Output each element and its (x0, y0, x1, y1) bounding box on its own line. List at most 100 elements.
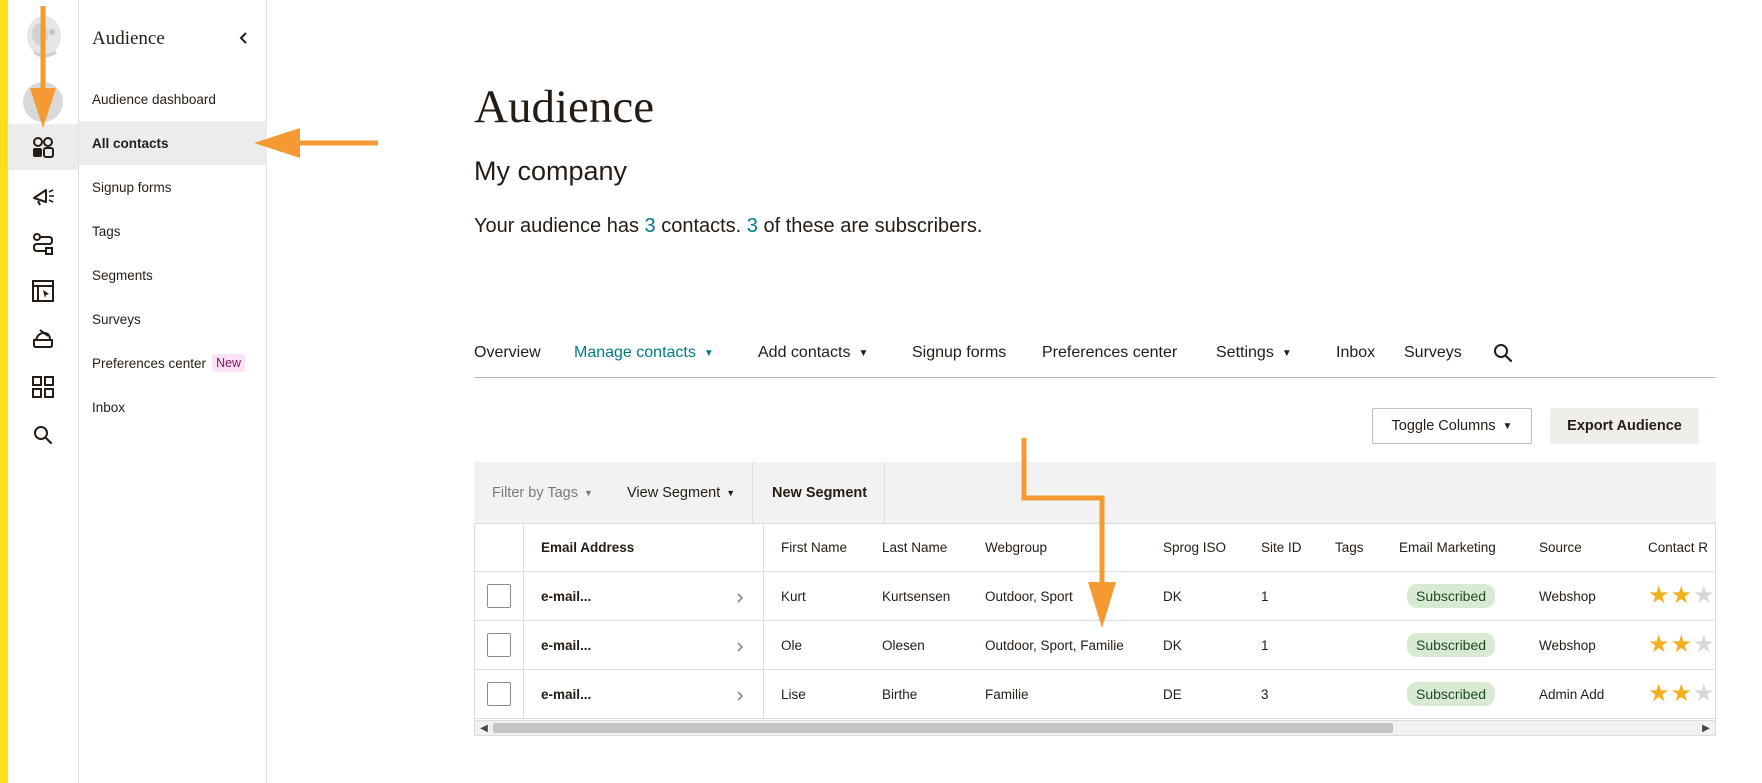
tab-settings[interactable]: Settings ▼ (1216, 344, 1292, 362)
scroll-right-arrow-icon[interactable]: ▶ (1700, 722, 1712, 734)
avatar[interactable] (23, 82, 63, 122)
first-name-cell: Ole (781, 637, 803, 653)
divider (752, 462, 753, 524)
tab-surveys[interactable]: Surveys (1404, 344, 1462, 362)
subnav-item-all-contacts[interactable]: All contacts (79, 121, 267, 165)
collapse-chevron-left-icon[interactable] (234, 28, 254, 48)
source-cell: Webshop (1539, 588, 1596, 604)
mailchimp-logo-icon[interactable] (22, 12, 66, 62)
column-header-email[interactable]: Email Address (541, 524, 634, 571)
star-icon: ★ (1670, 582, 1693, 609)
scroll-left-arrow-icon[interactable]: ◀ (478, 722, 490, 734)
status-badge: Subscribed (1407, 584, 1496, 608)
audience-tabs: Overview Manage contacts ▼ Add contacts ▼ … (474, 330, 1716, 378)
column-header-contact-rating[interactable]: Contact R (1648, 524, 1708, 571)
automations-icon[interactable] (8, 220, 78, 266)
column-header-webgroup[interactable]: Webgroup (985, 524, 1047, 571)
source-cell: Admin Add (1539, 686, 1605, 702)
site-id-cell: 3 (1261, 686, 1269, 702)
last-name-cell: Olesen (882, 637, 925, 653)
tab-add-contacts[interactable]: Add contacts ▼ (758, 344, 868, 362)
subscribers-count: 3 (746, 215, 758, 237)
column-header-sprog-iso[interactable]: Sprog ISO (1163, 524, 1226, 571)
campaigns-icon[interactable] (8, 172, 78, 218)
scrollbar-thumb[interactable] (493, 723, 1393, 733)
website-icon[interactable] (8, 268, 78, 314)
tab-overview[interactable]: Overview (474, 344, 541, 362)
chevron-right-icon[interactable] (735, 689, 745, 703)
content-icon[interactable] (8, 316, 78, 362)
tab-signup-forms[interactable]: Signup forms (912, 344, 1006, 362)
subnav-item-audience-dashboard[interactable]: Audience dashboard (79, 77, 267, 121)
star-icon: ★ (1693, 680, 1715, 707)
new-segment-button[interactable]: New Segment (772, 462, 867, 524)
row-checkbox[interactable] (487, 682, 511, 706)
table-row[interactable]: e-mail... Lise Birthe Familie DE 3 Subsc… (475, 670, 1715, 719)
audience-icon[interactable] (8, 124, 78, 170)
row-checkbox[interactable] (487, 633, 511, 657)
view-segment-dropdown[interactable]: View Segment ▼ (627, 462, 735, 524)
subnav-item-tags[interactable]: Tags (79, 209, 267, 253)
webgroup-cell: Familie (985, 686, 1029, 702)
sprog-iso-cell: DK (1163, 637, 1182, 653)
search-icon[interactable] (1492, 342, 1514, 364)
chevron-down-icon: ▼ (1502, 420, 1513, 432)
source-cell: Webshop (1539, 637, 1596, 653)
star-icon: ★ (1648, 582, 1670, 609)
subnav-title: Audience (92, 28, 165, 49)
contacts-count: 3 (644, 215, 656, 237)
filter-by-tags-dropdown[interactable]: Filter by Tags ▼ (492, 462, 593, 524)
contact-rating: ★ ★ ★ (1648, 633, 1715, 657)
column-header-first-name[interactable]: First Name (781, 524, 847, 571)
company-name: My company (474, 156, 628, 186)
integrations-icon[interactable] (8, 364, 78, 410)
status-badge: Subscribed (1407, 682, 1496, 706)
row-checkbox[interactable] (487, 584, 511, 608)
subnav-item-signup-forms[interactable]: Signup forms (79, 165, 267, 209)
site-id-cell: 1 (1261, 588, 1269, 604)
horizontal-scrollbar[interactable]: ◀ ▶ (474, 720, 1716, 736)
webgroup-cell: Outdoor, Sport, Familie (985, 637, 1124, 653)
column-header-tags[interactable]: Tags (1335, 524, 1364, 571)
divider (884, 462, 885, 524)
email-cell[interactable]: e-mail... (541, 572, 591, 620)
export-audience-button[interactable]: Export Audience (1550, 408, 1699, 444)
sprog-iso-cell: DK (1163, 588, 1182, 604)
search-icon[interactable] (8, 412, 78, 458)
tab-preferences-center[interactable]: Preferences center (1042, 344, 1177, 362)
star-icon: ★ (1648, 680, 1670, 707)
subnav-item-surveys[interactable]: Surveys (79, 297, 267, 341)
table-header: Email Address First Name Last Name Webgr… (475, 524, 1715, 572)
table-row[interactable]: e-mail... Ole Olesen Outdoor, Sport, Fam… (475, 621, 1715, 670)
tab-inbox[interactable]: Inbox (1336, 344, 1375, 362)
column-header-source[interactable]: Source (1539, 524, 1582, 571)
star-icon: ★ (1648, 631, 1670, 658)
column-header-email-marketing[interactable]: Email Marketing (1399, 524, 1496, 571)
subnav-item-inbox[interactable]: Inbox (79, 385, 267, 429)
chevron-right-icon[interactable] (735, 640, 745, 654)
email-cell[interactable]: e-mail... (541, 670, 591, 718)
email-cell[interactable]: e-mail... (541, 621, 591, 669)
last-name-cell: Kurtsensen (882, 588, 951, 604)
column-header-last-name[interactable]: Last Name (882, 524, 947, 571)
chevron-right-icon[interactable] (735, 591, 745, 605)
table-row[interactable]: e-mail... Kurt Kurtsensen Outdoor, Sport… (475, 572, 1715, 621)
status-badge: Subscribed (1407, 633, 1496, 657)
first-name-cell: Kurt (781, 588, 806, 604)
site-id-cell: 1 (1261, 637, 1269, 653)
annotation-arrow-left-icon (254, 128, 378, 158)
subnav-item-preferences-center[interactable]: Preferences center New (79, 341, 267, 385)
contact-rating: ★ ★ ★ (1648, 584, 1715, 608)
subnav-item-segments[interactable]: Segments (79, 253, 267, 297)
toggle-columns-button[interactable]: Toggle Columns ▼ (1372, 408, 1532, 444)
last-name-cell: Birthe (882, 686, 918, 702)
chevron-down-icon: ▼ (858, 347, 869, 359)
page-title: Audience (474, 81, 655, 133)
contact-rating: ★ ★ ★ (1648, 682, 1715, 706)
star-icon: ★ (1693, 631, 1715, 658)
column-header-site-id[interactable]: Site ID (1261, 524, 1302, 571)
star-icon: ★ (1693, 582, 1715, 609)
webgroup-cell: Outdoor, Sport (985, 588, 1073, 604)
sprog-iso-cell: DE (1163, 686, 1182, 702)
tab-manage-contacts[interactable]: Manage contacts ▼ (574, 344, 714, 362)
